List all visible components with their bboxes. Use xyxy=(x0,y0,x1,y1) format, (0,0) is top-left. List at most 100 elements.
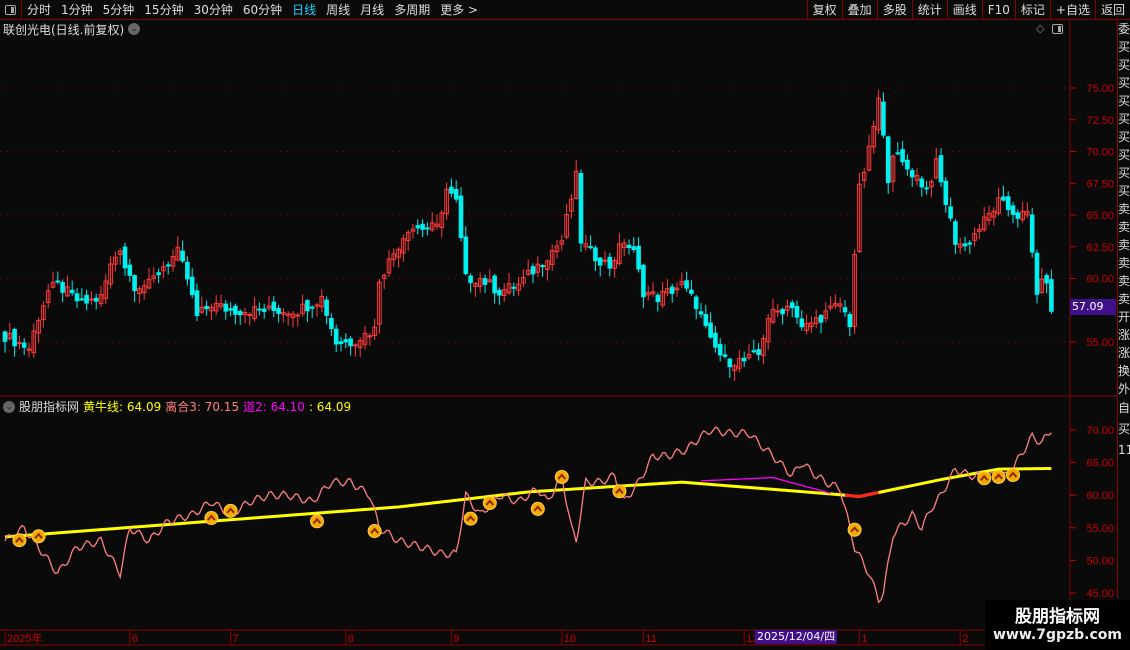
candle-body xyxy=(324,299,329,316)
period-tab[interactable]: 更多 > xyxy=(435,1,483,18)
period-tab[interactable]: 多周期 xyxy=(389,1,435,18)
candle-body xyxy=(343,339,349,343)
period-tab[interactable]: 60分钟 xyxy=(238,1,287,18)
candle-body xyxy=(540,265,545,268)
candle-body xyxy=(703,314,709,326)
candle-body xyxy=(60,282,65,293)
date-label: 1 xyxy=(861,633,867,645)
toolbar-button[interactable]: 叠加 xyxy=(841,0,877,20)
toolbar-button[interactable]: 返回 xyxy=(1094,0,1130,20)
toolbar-button[interactable]: 多股 xyxy=(876,0,912,20)
price-tick-label: 55.00 xyxy=(1086,337,1114,349)
candle-body xyxy=(420,223,425,230)
candle-body xyxy=(165,264,171,267)
candle-body xyxy=(367,335,373,338)
date-label: 10 xyxy=(564,633,576,645)
candle-body xyxy=(948,206,953,219)
candle-body xyxy=(74,293,80,302)
buy-signal-marker xyxy=(977,471,992,486)
candle-body xyxy=(463,236,469,275)
chart-canvas[interactable]: 75.00 72.50 70.00 67.50 65.00 62.50 60.00 55.00… xyxy=(0,0,1130,650)
period-tab[interactable]: 月线 xyxy=(355,1,389,18)
candle-body xyxy=(597,257,603,266)
period-tab[interactable]: 5分钟 xyxy=(98,1,140,18)
toolbar-button[interactable]: 画线 xyxy=(946,0,982,20)
diamond-icon[interactable]: ◇ xyxy=(1036,22,1044,35)
buy-signal-marker xyxy=(463,511,478,526)
candle-body xyxy=(185,261,190,280)
toolbar-button[interactable]: 标记 xyxy=(1014,0,1050,20)
candle-body xyxy=(353,344,358,347)
candle-body xyxy=(261,308,267,312)
toolbar-button[interactable]: 统计 xyxy=(911,0,947,20)
candle-body xyxy=(69,289,75,294)
period-tab[interactable]: 日线 xyxy=(287,1,321,18)
chart-tools: ◇ xyxy=(1036,22,1064,35)
candle-body xyxy=(348,338,353,347)
panel-icon[interactable] xyxy=(1052,23,1064,34)
indicator-tick-label: 45.00 xyxy=(1086,588,1114,600)
watermark-title: 股朋指标网 xyxy=(1015,607,1100,627)
candle-body xyxy=(482,278,488,285)
candle-body xyxy=(1015,212,1021,219)
candle-body xyxy=(305,300,310,312)
indicator-tick-label: 55.00 xyxy=(1086,523,1114,535)
candle-body xyxy=(156,272,161,276)
candle-body xyxy=(885,136,891,184)
candle-body xyxy=(1044,275,1049,284)
candle-body xyxy=(669,286,675,294)
buy-signal-marker xyxy=(554,469,569,484)
candle-body xyxy=(338,341,344,345)
candle-body xyxy=(233,305,238,315)
price-tick-label: 60.00 xyxy=(1086,274,1114,286)
candle-body xyxy=(1049,279,1054,312)
candle-body xyxy=(127,264,133,276)
quote-side-panel-lower: 自买1111111 xyxy=(1117,398,1130,598)
candle-body xyxy=(708,322,713,338)
period-tab[interactable]: 1分钟 xyxy=(56,1,98,18)
date-label: 9 xyxy=(453,633,459,645)
candle-body xyxy=(132,275,137,292)
toolbar-button[interactable]: F10 xyxy=(981,0,1015,20)
candle-body xyxy=(717,343,723,356)
candle-body xyxy=(223,303,229,312)
candle-body xyxy=(741,357,747,362)
buy-signal-marker xyxy=(31,529,46,544)
candle-body xyxy=(905,159,910,170)
candle-body xyxy=(247,314,253,317)
indicator-name[interactable]: 股朋指标网 xyxy=(19,398,79,415)
candle-body xyxy=(607,256,613,269)
candle-body xyxy=(415,225,421,229)
price-tick-label: 65.00 xyxy=(1086,210,1114,222)
candle-body xyxy=(189,276,195,295)
chevron-down-icon[interactable]: ⌄ xyxy=(3,400,15,413)
stock-title: 联创光电(日线.前复权) xyxy=(3,22,125,37)
candle-body xyxy=(900,149,905,163)
candle-body xyxy=(1010,205,1016,215)
toolbar-button[interactable]: 复权 xyxy=(806,0,842,20)
buy-signal-marker xyxy=(310,514,324,529)
extra-value: : 64.09 xyxy=(308,399,352,414)
toolbar-button[interactable]: +自选 xyxy=(1049,0,1095,20)
candle-body xyxy=(257,308,262,311)
layout-toggle-button[interactable] xyxy=(0,0,22,20)
candle-body xyxy=(789,302,795,309)
period-tab[interactable]: 15分钟 xyxy=(139,1,188,18)
candle-body xyxy=(727,358,733,368)
candle-body xyxy=(909,170,915,178)
candle-body xyxy=(1034,252,1040,295)
watermark-url: www.7gpzb.com xyxy=(992,627,1122,643)
candle-body xyxy=(751,350,757,353)
candle-body xyxy=(684,280,689,289)
period-tab[interactable]: 周线 xyxy=(321,1,355,18)
indicator-title: ⌄ 股朋指标网 黄牛线: 64.09 离合3: 70.15 道2: 64.10 … xyxy=(3,398,351,415)
candle-body xyxy=(895,152,901,155)
chevron-down-icon[interactable]: ⌄ xyxy=(128,23,141,35)
panel-icon xyxy=(5,4,16,15)
candle-body xyxy=(842,307,848,313)
period-tab[interactable]: 分时 xyxy=(22,1,56,18)
period-tab[interactable]: 30分钟 xyxy=(189,1,238,18)
candle-body xyxy=(938,155,944,183)
candle-body xyxy=(2,331,8,342)
watermark: 股朋指标网 www.7gpzb.com xyxy=(985,600,1130,650)
